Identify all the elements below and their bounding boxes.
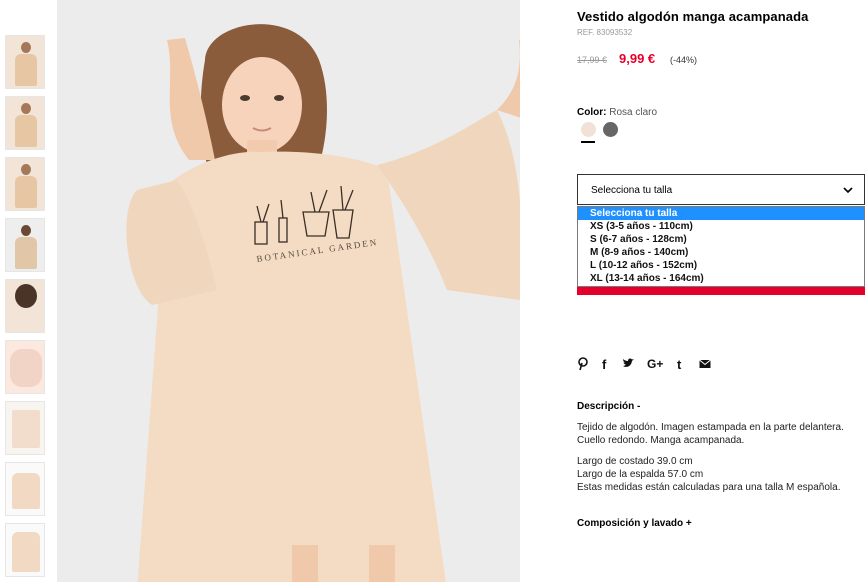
color-swatch-pink[interactable]	[581, 122, 596, 137]
discount-percentage: (-44%)	[670, 55, 698, 65]
color-label-key: Color:	[577, 107, 607, 118]
color-label: Color: Rosa claro	[577, 107, 657, 118]
description-text: Cuello redondo. Manga acampanada.	[577, 435, 745, 446]
google-plus-icon[interactable]: G+	[647, 357, 663, 371]
size-option[interactable]: Selecciona tu talla	[578, 207, 864, 220]
tumblr-icon[interactable]: t	[677, 357, 681, 372]
pinterest-icon[interactable]	[577, 357, 589, 374]
old-price: 17,99 €	[577, 55, 608, 65]
product-image: BOTANICAL GARDEN	[57, 0, 520, 582]
composition-toggle[interactable]: Composición y lavado +	[577, 518, 692, 529]
size-select-value: Selecciona tu talla	[591, 185, 673, 196]
thumbnail[interactable]	[5, 462, 45, 516]
size-option[interactable]: L (10-12 años - 152cm)	[578, 259, 864, 272]
measurement-text: Largo de costado 39.0 cm	[577, 456, 693, 467]
facebook-icon[interactable]: f	[602, 357, 606, 372]
thumbnail[interactable]	[5, 523, 45, 577]
product-ref: REF. 83093532	[577, 28, 633, 37]
thumbnail[interactable]	[5, 35, 45, 89]
measurement-note: Estas medidas están calculadas para una …	[577, 482, 841, 493]
twitter-icon[interactable]	[622, 357, 635, 372]
size-option[interactable]: S (6-7 años - 128cm)	[578, 233, 864, 246]
product-info: Vestido algodón manga acampanada REF. 83…	[577, 0, 867, 582]
thumbnail[interactable]	[5, 279, 45, 333]
measurement-text: Largo de la espalda 57.0 cm	[577, 469, 704, 480]
thumbnail-strip	[0, 0, 52, 582]
size-select[interactable]: Selecciona tu talla	[577, 174, 865, 205]
size-option[interactable]: M (8-9 años - 140cm)	[578, 246, 864, 259]
thumbnail[interactable]	[5, 96, 45, 150]
size-option[interactable]: XS (3-5 años - 110cm)	[578, 220, 864, 233]
size-dropdown: Selecciona tu talla XS (3-5 años - 110cm…	[577, 206, 865, 287]
chevron-down-icon	[842, 180, 854, 203]
product-photo: BOTANICAL GARDEN	[57, 0, 520, 582]
color-value: Rosa claro	[609, 107, 658, 118]
selected-swatch-indicator	[581, 141, 595, 143]
product-title: Vestido algodón manga acampanada	[577, 9, 809, 24]
description-toggle[interactable]: Descripción -	[577, 401, 640, 412]
mail-icon[interactable]	[699, 357, 711, 372]
sale-price: 9,99 €	[619, 51, 656, 66]
thumbnail[interactable]	[5, 340, 45, 394]
add-to-bag-bar[interactable]	[577, 287, 865, 295]
thumbnail[interactable]	[5, 401, 45, 455]
size-option[interactable]: XL (13-14 años - 164cm)	[578, 272, 864, 285]
share-icons: f G+ t	[577, 357, 727, 373]
description-text: Tejido de algodón. Imagen estampada en l…	[577, 422, 844, 433]
color-swatch-grey[interactable]	[603, 122, 618, 137]
thumbnail[interactable]	[5, 218, 45, 272]
thumbnail[interactable]	[5, 157, 45, 211]
